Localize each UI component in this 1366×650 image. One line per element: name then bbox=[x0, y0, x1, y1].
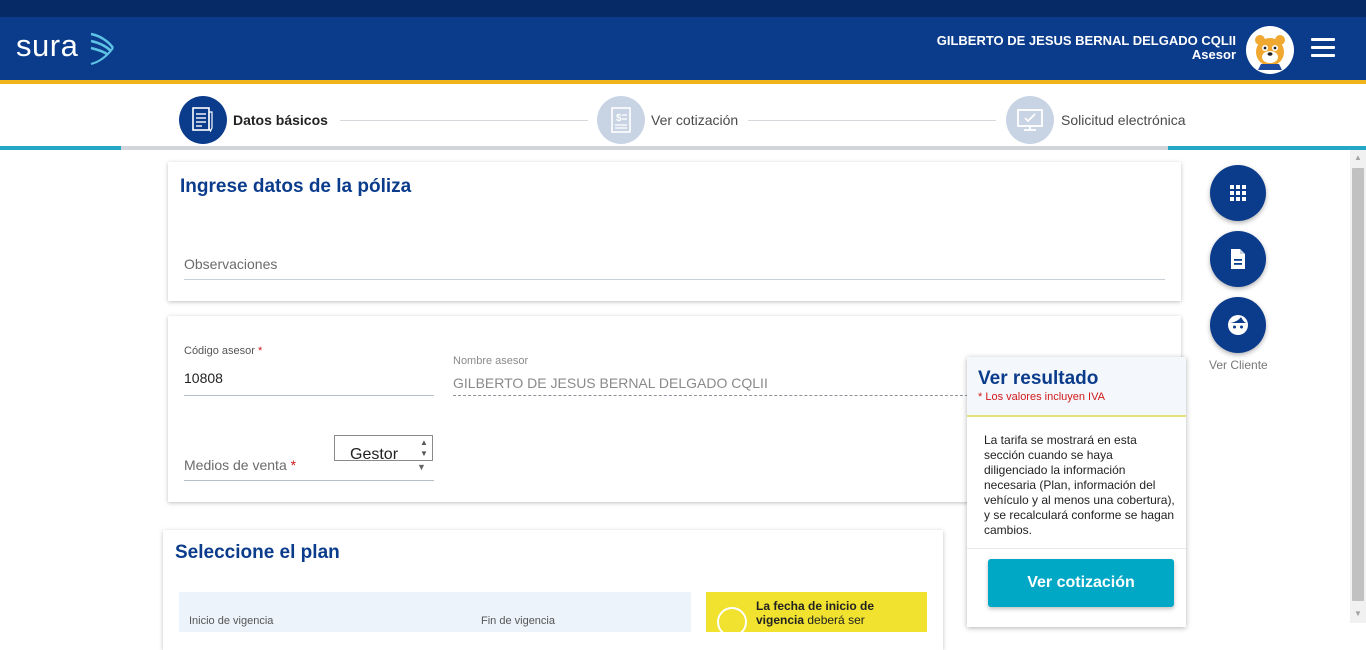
document-button[interactable] bbox=[1210, 231, 1266, 287]
logo-text: sura bbox=[16, 28, 79, 63]
codigo-asesor-input[interactable]: 10808 bbox=[184, 370, 223, 386]
ver-cliente-label[interactable]: Ver Cliente bbox=[1209, 358, 1268, 372]
step-connector bbox=[340, 120, 588, 121]
user-role: Asesor bbox=[1191, 47, 1236, 62]
fin-vigencia-label: Fin de vigencia bbox=[481, 615, 555, 627]
policy-card: Ingrese datos de la póliza Observaciones bbox=[168, 162, 1181, 301]
stepper-progress-track bbox=[121, 146, 1168, 150]
spinner-arrows-icon[interactable]: ▲ ▼ bbox=[417, 437, 431, 459]
observaciones-field[interactable]: Observaciones bbox=[184, 256, 277, 272]
observaciones-underline bbox=[184, 279, 1165, 280]
inicio-vigencia-label: Inicio de vigencia bbox=[189, 615, 274, 627]
nombre-asesor-value: GILBERTO DE JESUS BERNAL DELGADO CQLII bbox=[453, 375, 768, 391]
logo-wing-icon bbox=[90, 32, 115, 65]
user-info: GILBERTO DE JESUS BERNAL DELGADO CQLII A… bbox=[937, 33, 1236, 62]
chevron-down-icon[interactable]: ▼ bbox=[417, 462, 426, 472]
svg-text:$: $ bbox=[616, 113, 622, 124]
user-name: GILBERTO DE JESUS BERNAL DELGADO CQLII bbox=[936, 33, 1236, 48]
scroll-down-arrow-icon[interactable]: ▼ bbox=[1350, 606, 1366, 622]
medios-venta-label: Medios de venta * bbox=[184, 457, 297, 473]
result-panel: Ver resultado * Los valores incluyen IVA… bbox=[967, 357, 1186, 627]
step-ver-cotizacion-label[interactable]: Ver cotización bbox=[651, 112, 738, 128]
step-ver-cotizacion-icon[interactable]: $ bbox=[597, 96, 645, 144]
scrollbar-thumb[interactable] bbox=[1352, 168, 1364, 601]
document-icon bbox=[1231, 249, 1245, 269]
mascot-avatar-icon bbox=[1255, 35, 1285, 70]
step-solicitud-electronica-icon[interactable] bbox=[1006, 96, 1054, 144]
codigo-asesor-underline bbox=[184, 395, 434, 396]
step-datos-basicos-label[interactable]: Datos básicos bbox=[233, 112, 328, 128]
apps-button[interactable] bbox=[1210, 165, 1266, 221]
iva-note: * Los valores incluyen IVA bbox=[978, 391, 1105, 403]
medios-venta-value: Gestor bbox=[350, 446, 399, 463]
quote-icon: $ bbox=[611, 107, 631, 133]
step-solicitud-electronica-label[interactable]: Solicitud electrónica bbox=[1061, 112, 1186, 128]
hamburger-menu-icon[interactable] bbox=[1311, 38, 1335, 58]
stepper-progress-left bbox=[0, 146, 121, 150]
nombre-asesor-label: Nombre asesor bbox=[453, 355, 529, 367]
medios-venta-underline bbox=[184, 480, 434, 481]
ver-cliente-button[interactable] bbox=[1210, 297, 1266, 353]
avatar[interactable] bbox=[1246, 26, 1294, 74]
grid-icon bbox=[1230, 185, 1246, 201]
policy-card-title: Ingrese datos de la póliza bbox=[180, 176, 412, 197]
top-strip bbox=[0, 0, 1366, 17]
plan-card-title: Seleccione el plan bbox=[175, 542, 340, 563]
result-description: La tarifa se mostrará en esta sección cu… bbox=[984, 433, 1175, 537]
ver-cotizacion-button[interactable]: Ver cotización bbox=[988, 559, 1174, 607]
result-divider bbox=[967, 548, 1186, 549]
step-datos-basicos-icon[interactable] bbox=[179, 96, 227, 144]
vigencia-fields: Inicio de vigencia Fin de vigencia bbox=[179, 592, 691, 632]
stepper-progress-right bbox=[1168, 146, 1366, 150]
codigo-asesor-label: Código asesor * bbox=[184, 345, 263, 357]
scroll-up-arrow-icon[interactable]: ▲ bbox=[1350, 150, 1366, 166]
medios-venta-select[interactable]: Gestor ▲ ▼ bbox=[334, 435, 433, 463]
nombre-asesor-underline bbox=[453, 395, 973, 396]
face-icon bbox=[1228, 315, 1248, 335]
monitor-icon bbox=[1017, 109, 1043, 131]
info-circle-icon bbox=[717, 607, 747, 637]
form-icon bbox=[192, 107, 213, 133]
result-title: Ver resultado bbox=[978, 368, 1099, 389]
result-panel-header: Ver resultado * Los valores incluyen IVA bbox=[967, 357, 1186, 417]
step-connector bbox=[748, 120, 996, 121]
vigencia-warning: La fecha de inicio de vigencia deberá se… bbox=[706, 592, 927, 637]
plan-card: Seleccione el plan bbox=[163, 530, 943, 650]
